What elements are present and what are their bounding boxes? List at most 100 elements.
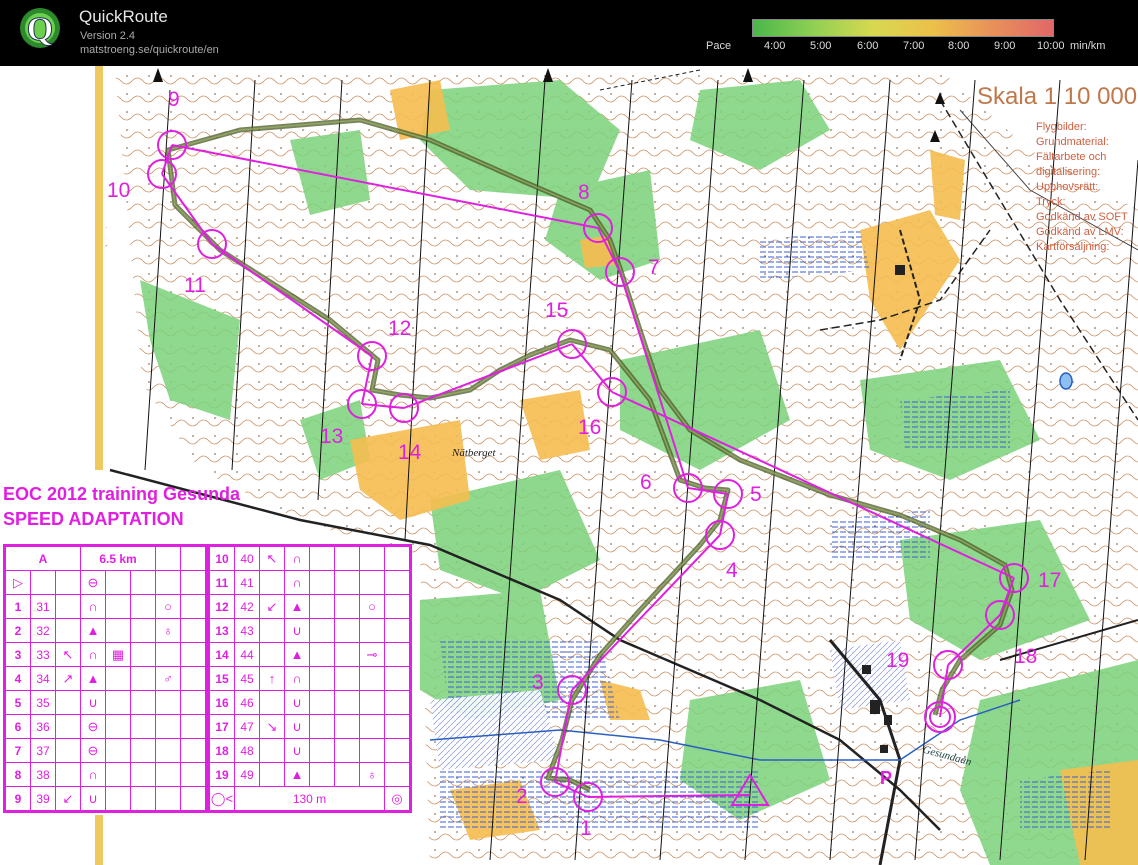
description-symbol [359, 618, 385, 643]
description-symbol [384, 762, 410, 787]
credit-line: digitalisering: [1036, 166, 1101, 178]
description-symbol [309, 618, 335, 643]
description-symbol [359, 666, 385, 691]
description-symbol: ∪ [284, 738, 310, 763]
control-code: 37 [30, 738, 56, 763]
description-symbol [384, 546, 410, 571]
description-symbol [384, 738, 410, 763]
depression-icon: ⊖ [80, 570, 106, 595]
description-symbol [180, 714, 206, 739]
description-symbol: ↑ [259, 666, 285, 691]
description-symbol: ∪ [284, 618, 310, 643]
description-symbol [130, 594, 156, 619]
control-code: 32 [30, 618, 56, 643]
description-symbol [180, 642, 206, 667]
control-order: 15 [209, 666, 235, 691]
description-symbol [105, 618, 131, 643]
desc-row: 9 39 ↙ ∪ [5, 786, 206, 811]
description-symbol: ♂ [155, 666, 181, 691]
description-symbol [384, 642, 410, 667]
control-number: 10 [107, 179, 131, 202]
description-symbol [334, 666, 360, 691]
control-order: 6 [5, 714, 31, 739]
pace-tick: 4:00 [764, 40, 786, 52]
description-symbol [259, 762, 285, 787]
description-symbol [55, 618, 81, 643]
description-symbol [155, 762, 181, 787]
description-symbol [55, 690, 81, 715]
control-number: 1 [580, 817, 592, 840]
control-order: 13 [209, 618, 235, 643]
description-symbol [180, 618, 206, 643]
control-number: 2 [516, 785, 528, 808]
description-symbol [334, 642, 360, 667]
control-number: 18 [1014, 645, 1038, 668]
control-code: 44 [234, 642, 260, 667]
description-symbol [334, 618, 360, 643]
description-symbol [359, 738, 385, 763]
event-title-block: EOC 2012 training Gesunda SPEED ADAPTATI… [3, 482, 240, 532]
control-order: 10 [209, 546, 235, 571]
description-symbol [309, 714, 335, 739]
credit-line: Godkänd av LMV: [1036, 226, 1124, 238]
description-symbol: ▦ [105, 642, 131, 667]
desc-row: 15 45 ↑ ∩ [209, 666, 410, 691]
control-order: 5 [5, 690, 31, 715]
description-symbol [334, 762, 360, 787]
description-symbol [105, 666, 131, 691]
description-symbol [105, 786, 131, 811]
desc-row: 8 38 ∩ [5, 762, 206, 787]
description-symbol: ∩ [284, 546, 310, 571]
course-length: 6.5 km [80, 546, 156, 571]
description-symbol [334, 594, 360, 619]
description-symbol [359, 690, 385, 715]
control-order: 7 [5, 738, 31, 763]
description-symbol [384, 690, 410, 715]
description-symbol [180, 690, 206, 715]
pace-tick: 7:00 [903, 40, 925, 52]
control-code: 39 [30, 786, 56, 811]
description-symbol [259, 618, 285, 643]
control-code: 40 [234, 546, 260, 571]
description-symbol [384, 594, 410, 619]
control-code: 34 [30, 666, 56, 691]
description-symbol [309, 546, 335, 571]
description-symbol: ↖ [55, 642, 81, 667]
control-number: 6 [640, 471, 652, 494]
description-symbol [334, 546, 360, 571]
description-symbol [359, 570, 385, 595]
description-symbol: ∩ [80, 594, 106, 619]
desc-row: 14 44 ▲ ⊸ [209, 642, 410, 667]
control-number: 3 [532, 671, 544, 694]
description-symbol [155, 786, 181, 811]
desc-row: 3 33 ↖ ∩ ▦ [5, 642, 206, 667]
event-title: EOC 2012 training Gesunda [3, 484, 241, 504]
description-symbol: ⊖ [80, 738, 106, 763]
control-number: 11 [184, 274, 206, 297]
description-symbol [130, 738, 156, 763]
credit-line: Flygbilder: [1036, 121, 1087, 133]
description-symbol [130, 690, 156, 715]
description-symbol: ∩ [80, 642, 106, 667]
desc-row: 6 36 ⊖ [5, 714, 206, 739]
description-symbol [130, 642, 156, 667]
description-symbol: ⊸ [359, 642, 385, 667]
description-symbol [334, 714, 360, 739]
description-symbol: ↘ [259, 714, 285, 739]
description-symbol: ♁ [155, 618, 181, 643]
description-symbol: ▲ [284, 594, 310, 619]
description-symbol: ↖ [259, 546, 285, 571]
description-symbol: ∪ [284, 690, 310, 715]
description-symbol [155, 738, 181, 763]
description-symbol: ♁ [359, 762, 385, 787]
control-code: 38 [30, 762, 56, 787]
description-symbol: ▲ [80, 618, 106, 643]
scale-title: Skala 1 10 000 [977, 83, 1138, 110]
description-symbol: ∩ [284, 666, 310, 691]
desc-start-row: ▷ ⊖ [5, 570, 206, 595]
desc-row: 4 34 ↗ ▲ ♂ [5, 666, 206, 691]
finish-distance: 130 m [234, 786, 385, 811]
description-symbol [259, 690, 285, 715]
app-url[interactable]: matstroeng.se/quickroute/en [80, 44, 219, 56]
credit-line: Kartförsäljning: [1036, 241, 1110, 253]
